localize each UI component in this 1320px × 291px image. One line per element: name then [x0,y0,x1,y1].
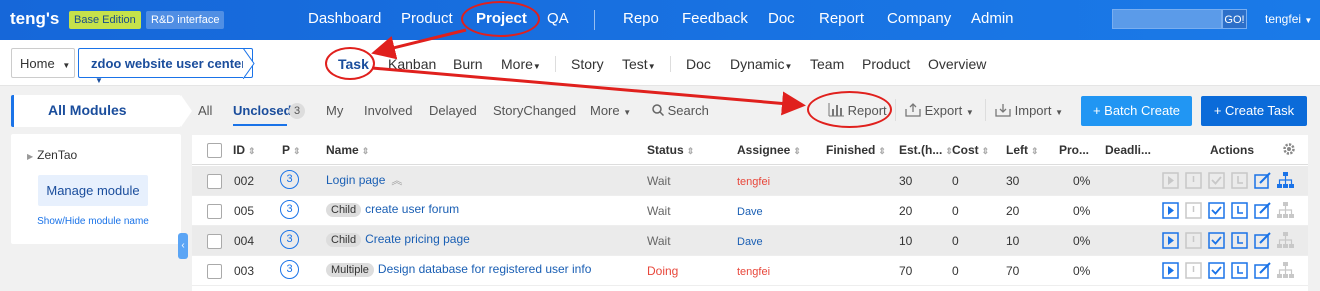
annotation-arrows [371,28,806,116]
arrow-task-to-report [371,66,806,116]
app-window: teng's Base Edition R&D interface Dashbo… [0,0,1320,291]
arrow-project-to-task [371,28,467,60]
